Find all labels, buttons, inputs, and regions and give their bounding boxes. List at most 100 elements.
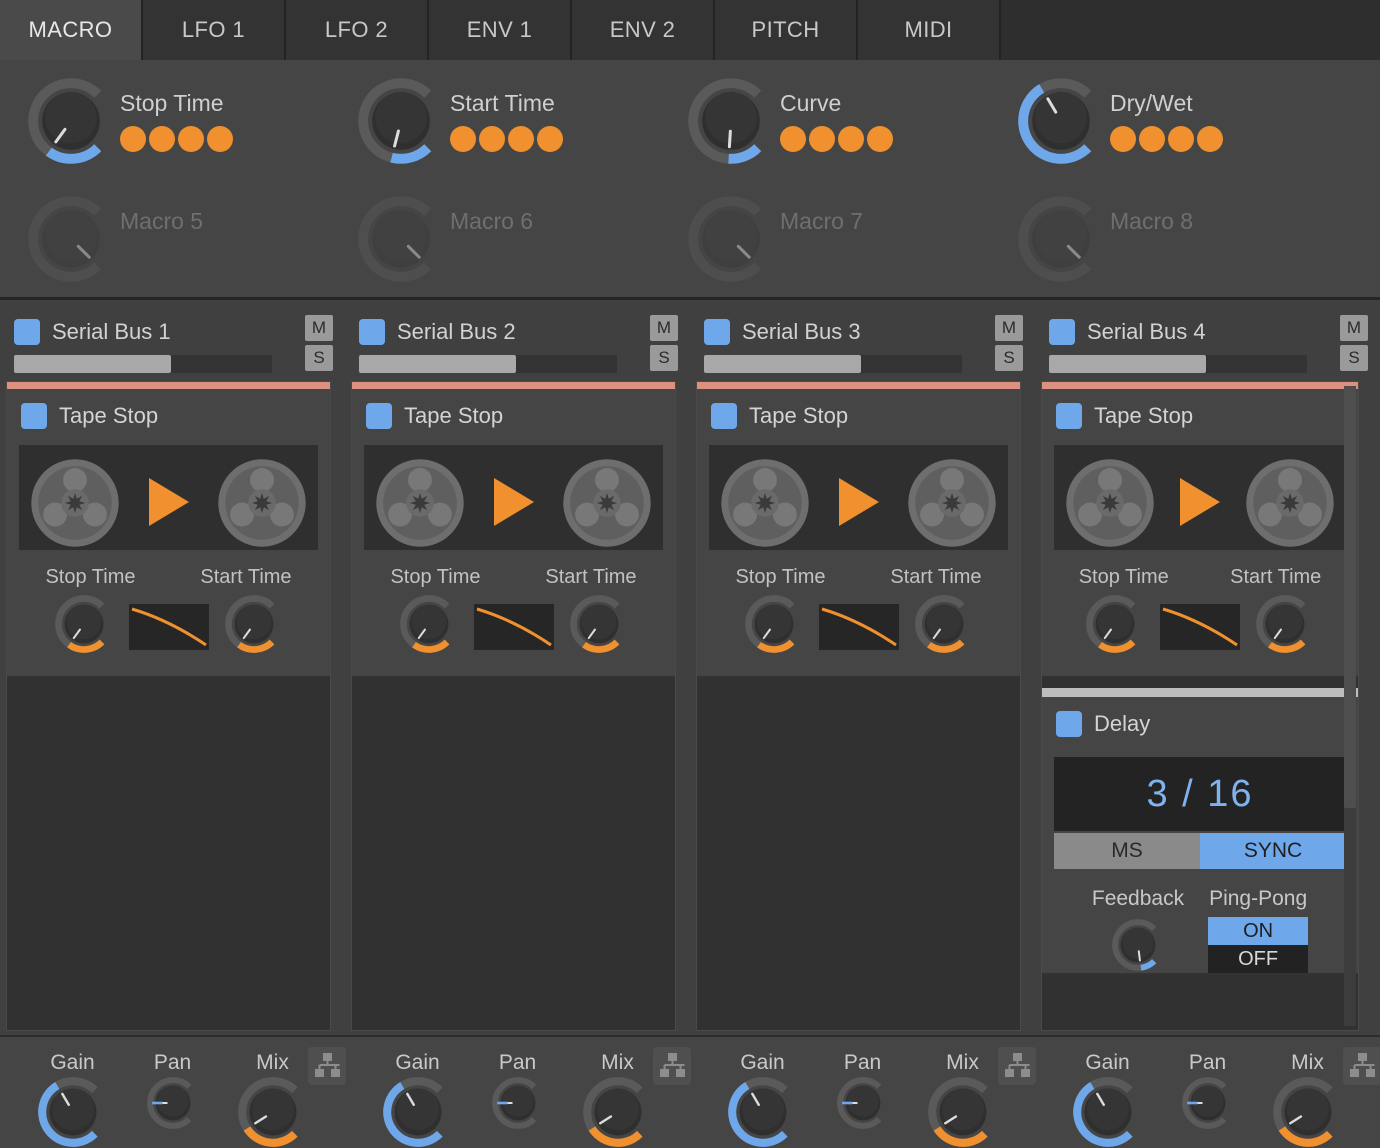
knob-dial[interactable]	[1018, 196, 1104, 282]
macro-knob-4[interactable]: Dry/Wet	[1018, 78, 1338, 178]
device-tape-stop[interactable]: Tape Stop Stop Time Start Time	[7, 382, 330, 678]
bus-mute-button[interactable]: M	[995, 315, 1023, 341]
mix-knob[interactable]	[237, 1077, 308, 1147]
macro-knob-2[interactable]: Start Time	[358, 78, 678, 178]
gain-knob[interactable]	[382, 1077, 453, 1147]
tape-display[interactable]	[709, 445, 1008, 550]
start-time-knob[interactable]	[914, 595, 973, 658]
device-enable-checkbox[interactable]	[711, 403, 737, 429]
mix-knob[interactable]	[1272, 1077, 1343, 1147]
macro-knob-6[interactable]: Macro 6	[358, 196, 678, 296]
mapping-dot[interactable]	[1168, 126, 1194, 152]
macro-knob-5[interactable]: Macro 5	[28, 196, 348, 296]
start-time-knob[interactable]	[1256, 595, 1314, 658]
bus-name[interactable]: Serial Bus 2	[397, 319, 516, 345]
bus-mute-button[interactable]: M	[1340, 315, 1368, 341]
bus-level-slider[interactable]	[359, 355, 617, 373]
device-enable-checkbox[interactable]	[1056, 403, 1082, 429]
stop-time-knob[interactable]	[1086, 595, 1144, 658]
knob-dial[interactable]	[358, 78, 444, 164]
mapping-dot[interactable]	[1197, 126, 1223, 152]
tape-display[interactable]	[1054, 445, 1346, 550]
curve-display[interactable]	[1160, 603, 1240, 650]
mapping-dot[interactable]	[1110, 126, 1136, 152]
bus-solo-button[interactable]: S	[995, 345, 1023, 371]
knob-dial[interactable]	[688, 78, 774, 164]
tape-display[interactable]	[19, 445, 318, 550]
bus-solo-button[interactable]: S	[305, 345, 333, 371]
feedback-knob[interactable]	[1092, 919, 1184, 971]
routing-icon[interactable]	[998, 1047, 1036, 1085]
bus-name[interactable]: Serial Bus 3	[742, 319, 861, 345]
macro-knob-8[interactable]: Macro 8	[1018, 196, 1338, 296]
mapping-dot[interactable]	[479, 126, 505, 152]
bus-enable-checkbox[interactable]	[14, 319, 40, 345]
mapping-dot[interactable]	[838, 126, 864, 152]
delay-mode-ms[interactable]: MS	[1054, 833, 1200, 869]
pan-knob[interactable]	[828, 1077, 898, 1147]
knob-dial[interactable]	[358, 196, 444, 282]
delay-mode-sync[interactable]: SYNC	[1200, 833, 1346, 869]
tape-display[interactable]	[364, 445, 663, 550]
tab-pitch[interactable]: PITCH	[715, 0, 858, 60]
knob-dial[interactable]	[688, 196, 774, 282]
mapping-dot[interactable]	[508, 126, 534, 152]
gain-knob[interactable]	[1072, 1077, 1143, 1147]
device-chain[interactable]: Tape Stop Stop Time Start Time	[6, 381, 331, 1031]
macro-mapping-dots[interactable]	[1110, 126, 1223, 152]
mix-knob[interactable]	[582, 1077, 653, 1147]
pan-knob[interactable]	[138, 1077, 208, 1147]
bus-level-slider[interactable]	[1049, 355, 1307, 373]
mix-knob[interactable]	[927, 1077, 998, 1147]
pingpong-on[interactable]: ON	[1208, 917, 1309, 945]
delay-enable-checkbox[interactable]	[1056, 711, 1082, 737]
bus-name[interactable]: Serial Bus 1	[52, 319, 171, 345]
mapping-dot[interactable]	[867, 126, 893, 152]
routing-icon[interactable]	[308, 1047, 346, 1085]
bus-solo-button[interactable]: S	[1340, 345, 1368, 371]
mapping-dot[interactable]	[149, 126, 175, 152]
mapping-dot[interactable]	[1139, 126, 1165, 152]
pan-knob[interactable]	[483, 1077, 553, 1147]
bus-mute-button[interactable]: M	[650, 315, 678, 341]
bus-solo-button[interactable]: S	[650, 345, 678, 371]
mapping-dot[interactable]	[120, 126, 146, 152]
tab-lfo-2[interactable]: LFO 2	[286, 0, 429, 60]
bus-level-slider[interactable]	[704, 355, 962, 373]
bus-name[interactable]: Serial Bus 4	[1087, 319, 1206, 345]
knob-dial[interactable]	[1018, 78, 1104, 164]
mapping-dot[interactable]	[207, 126, 233, 152]
tab-env-1[interactable]: ENV 1	[429, 0, 572, 60]
mapping-dot[interactable]	[450, 126, 476, 152]
macro-knob-1[interactable]: Stop Time	[28, 78, 348, 178]
device-chain[interactable]: Tape Stop Stop Time Start Time	[1041, 381, 1359, 1031]
stop-time-knob[interactable]	[399, 595, 458, 658]
device-enable-checkbox[interactable]	[21, 403, 47, 429]
pan-knob[interactable]	[1173, 1077, 1243, 1147]
mapping-dot[interactable]	[780, 126, 806, 152]
stop-time-knob[interactable]	[54, 595, 113, 658]
tab-macro[interactable]: MACRO	[0, 0, 143, 60]
curve-display[interactable]	[473, 603, 554, 650]
macro-knob-7[interactable]: Macro 7	[688, 196, 1008, 296]
macro-knob-3[interactable]: Curve	[688, 78, 1008, 178]
macro-mapping-dots[interactable]	[450, 126, 563, 152]
mapping-dot[interactable]	[809, 126, 835, 152]
device-tape-stop[interactable]: Tape Stop Stop Time Start Time	[1042, 382, 1358, 678]
curve-display[interactable]	[818, 603, 899, 650]
device-tape-stop[interactable]: Tape Stop Stop Time Start Time	[352, 382, 675, 678]
delay-time-display[interactable]: 3 / 16	[1054, 757, 1346, 831]
knob-dial[interactable]	[28, 78, 114, 164]
bus-mute-button[interactable]: M	[305, 315, 333, 341]
device-chain[interactable]: Tape Stop Stop Time Start Time	[351, 381, 676, 1031]
macro-mapping-dots[interactable]	[120, 126, 233, 152]
knob-dial[interactable]	[28, 196, 114, 282]
routing-icon[interactable]	[1343, 1047, 1380, 1085]
gain-knob[interactable]	[727, 1077, 798, 1147]
device-enable-checkbox[interactable]	[366, 403, 392, 429]
mapping-dot[interactable]	[537, 126, 563, 152]
device-chain[interactable]: Tape Stop Stop Time Start Time	[696, 381, 1021, 1031]
tab-midi[interactable]: MIDI	[858, 0, 1001, 60]
routing-icon[interactable]	[653, 1047, 691, 1085]
bus-enable-checkbox[interactable]	[359, 319, 385, 345]
